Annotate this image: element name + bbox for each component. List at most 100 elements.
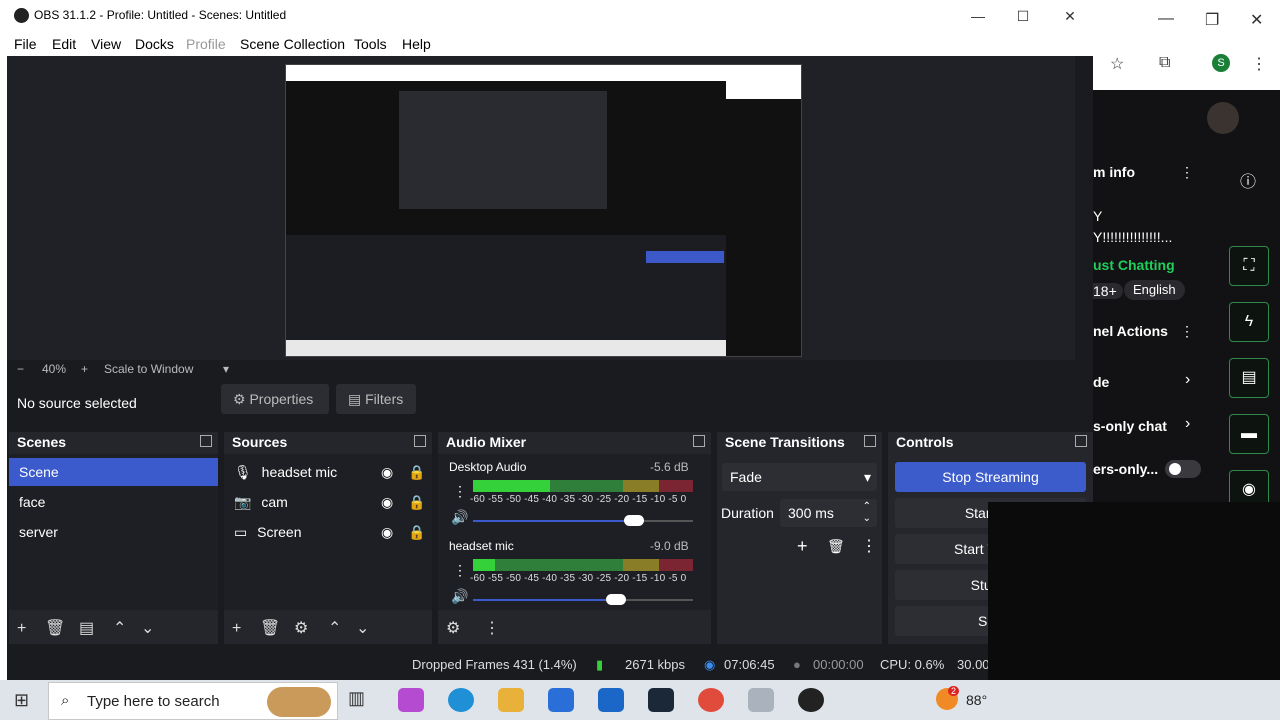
lightning-icon[interactable]: ϟ: [1229, 302, 1269, 342]
chevron-right-icon[interactable]: ›: [1185, 371, 1190, 389]
eye-icon[interactable]: ◉: [381, 458, 393, 486]
minimize-button[interactable]: —: [967, 5, 989, 27]
undock-icon[interactable]: [414, 435, 426, 447]
lock-icon[interactable]: 🔒: [408, 488, 425, 516]
properties-button[interactable]: ⚙ Properties: [221, 384, 329, 414]
notes-icon[interactable]: ▤: [1229, 358, 1269, 398]
cast-icon[interactable]: ⧉: [1159, 54, 1170, 72]
file-explorer-icon[interactable]: [498, 688, 524, 712]
list-item[interactable]: server: [9, 518, 218, 546]
close-button[interactable]: ✕: [1250, 10, 1263, 30]
speaker-icon[interactable]: 🔊: [451, 509, 468, 526]
edge-icon[interactable]: [448, 688, 474, 712]
obs-taskbar-icon[interactable]: [798, 688, 824, 712]
more-options-icon[interactable]: ⋮: [1180, 164, 1194, 181]
eye-icon[interactable]: ◉: [381, 488, 393, 516]
menu-tools[interactable]: Tools: [354, 36, 387, 52]
filters-button[interactable]: ▤ Filters: [336, 384, 416, 414]
volume-slider-headset[interactable]: [473, 594, 693, 605]
store-icon[interactable]: [548, 688, 574, 712]
controls-title: Controls: [888, 432, 1093, 452]
lock-icon[interactable]: 🔒: [408, 458, 425, 486]
zoom-in-button[interactable]: +: [81, 362, 88, 376]
chat-icon[interactable]: ▬: [1229, 414, 1269, 454]
list-item[interactable]: face: [9, 488, 218, 516]
close-button[interactable]: ✕: [1059, 5, 1081, 27]
source-item-screen[interactable]: ▭ Screen ◉ 🔒: [224, 518, 432, 546]
copilot-icon[interactable]: [398, 688, 424, 712]
undock-icon[interactable]: [200, 435, 212, 447]
source-item-headset-mic[interactable]: 🎙 headset mic ◉ 🔒: [224, 458, 432, 486]
gear-icon[interactable]: ⚙: [294, 618, 308, 638]
outlook-icon[interactable]: [598, 688, 624, 712]
steam-icon[interactable]: [648, 688, 674, 712]
more-options-icon[interactable]: ⋮: [1180, 323, 1194, 340]
menu-docks[interactable]: Docks: [135, 36, 174, 52]
zoom-out-button[interactable]: −: [17, 362, 24, 376]
undock-icon[interactable]: [864, 435, 876, 447]
windows-start-icon[interactable]: ⊞: [14, 690, 29, 711]
toggle-switch[interactable]: [1165, 460, 1201, 478]
avatar[interactable]: S: [1212, 54, 1230, 72]
chevron-up-icon[interactable]: ⌃: [113, 618, 126, 638]
more-options-icon[interactable]: ⋮: [1251, 54, 1267, 74]
action-row[interactable]: s-only chat: [1093, 418, 1167, 434]
add-icon[interactable]: +: [17, 620, 26, 638]
duration-input[interactable]: 300 ms ⌃ ⌄: [780, 499, 877, 527]
app-icon[interactable]: [748, 688, 774, 712]
menu-help[interactable]: Help: [402, 36, 431, 52]
chevron-up-icon[interactable]: ⌃: [328, 618, 341, 638]
star-icon[interactable]: ☆: [1110, 54, 1124, 74]
trash-icon[interactable]: 🗑: [260, 618, 280, 638]
taskbar-search[interactable]: ⌕ Type here to search: [48, 682, 338, 720]
chrome-icon[interactable]: [698, 688, 724, 712]
add-icon[interactable]: +: [797, 536, 808, 557]
obs-logo-icon: [14, 8, 29, 23]
more-options-icon[interactable]: ⋮: [861, 536, 877, 556]
transition-select[interactable]: Fade ▾: [722, 463, 877, 491]
stepper-arrows-icon[interactable]: ⌃ ⌄: [863, 501, 871, 525]
tag-english[interactable]: English: [1124, 280, 1185, 300]
tag-18plus[interactable]: 18+: [1093, 283, 1123, 299]
advanced-audio-icon[interactable]: ⚙: [446, 618, 460, 638]
minimize-button[interactable]: —: [1158, 10, 1174, 28]
scale-mode-select[interactable]: Scale to Window: [104, 362, 193, 376]
menu-scene-collection[interactable]: Scene Collection: [240, 36, 345, 52]
action-row[interactable]: de: [1093, 374, 1109, 390]
menu-file[interactable]: File: [14, 36, 37, 52]
stop-streaming-button[interactable]: Stop Streaming: [895, 462, 1086, 492]
maximize-button[interactable]: ☐: [1012, 5, 1034, 27]
add-icon[interactable]: +: [232, 620, 241, 638]
task-view-icon[interactable]: ▥: [348, 688, 374, 712]
chevron-right-icon[interactable]: ›: [1185, 415, 1190, 433]
source-item-cam[interactable]: 📷 cam ◉ 🔒: [224, 488, 432, 516]
info-icon[interactable]: ⓘ: [1240, 168, 1256, 192]
eye-icon[interactable]: ◉: [381, 518, 393, 546]
trash-icon[interactable]: 🗑: [827, 538, 845, 555]
more-options-icon[interactable]: ⋮: [453, 562, 467, 579]
volume-slider-desktop[interactable]: [473, 515, 693, 526]
chevron-down-icon[interactable]: ▾: [223, 362, 229, 376]
filter-icon[interactable]: ▤: [79, 618, 94, 638]
list-item[interactable]: Scene: [9, 458, 218, 486]
clip-icon[interactable]: ⛶: [1229, 246, 1269, 286]
more-options-icon[interactable]: ⋮: [453, 483, 467, 500]
chevron-down-icon[interactable]: ⌄: [356, 618, 369, 638]
menu-view[interactable]: View: [91, 36, 121, 52]
restore-button[interactable]: ❐: [1205, 10, 1219, 30]
more-options-icon[interactable]: ⋮: [484, 618, 500, 638]
trash-icon[interactable]: 🗑: [45, 618, 65, 638]
lock-icon[interactable]: 🔒: [408, 518, 425, 546]
menu-profile[interactable]: Profile: [186, 36, 226, 52]
undock-icon[interactable]: [693, 435, 705, 447]
category-link[interactable]: ust Chatting: [1093, 257, 1175, 273]
undock-icon[interactable]: [1075, 435, 1087, 447]
record-time: 00:00:00: [813, 657, 864, 672]
action-row[interactable]: ers-only...: [1093, 461, 1158, 477]
avatar[interactable]: [1207, 102, 1239, 134]
menu-edit[interactable]: Edit: [52, 36, 76, 52]
speaker-icon[interactable]: 🔊: [451, 588, 468, 605]
scene-transitions-dock: Scene Transitions Fade ▾ Duration 300 ms…: [717, 432, 882, 644]
scenes-dock: Scenes Scene face server + 🗑 ▤ ⌃ ⌄: [9, 432, 218, 644]
chevron-down-icon[interactable]: ⌄: [141, 618, 154, 638]
